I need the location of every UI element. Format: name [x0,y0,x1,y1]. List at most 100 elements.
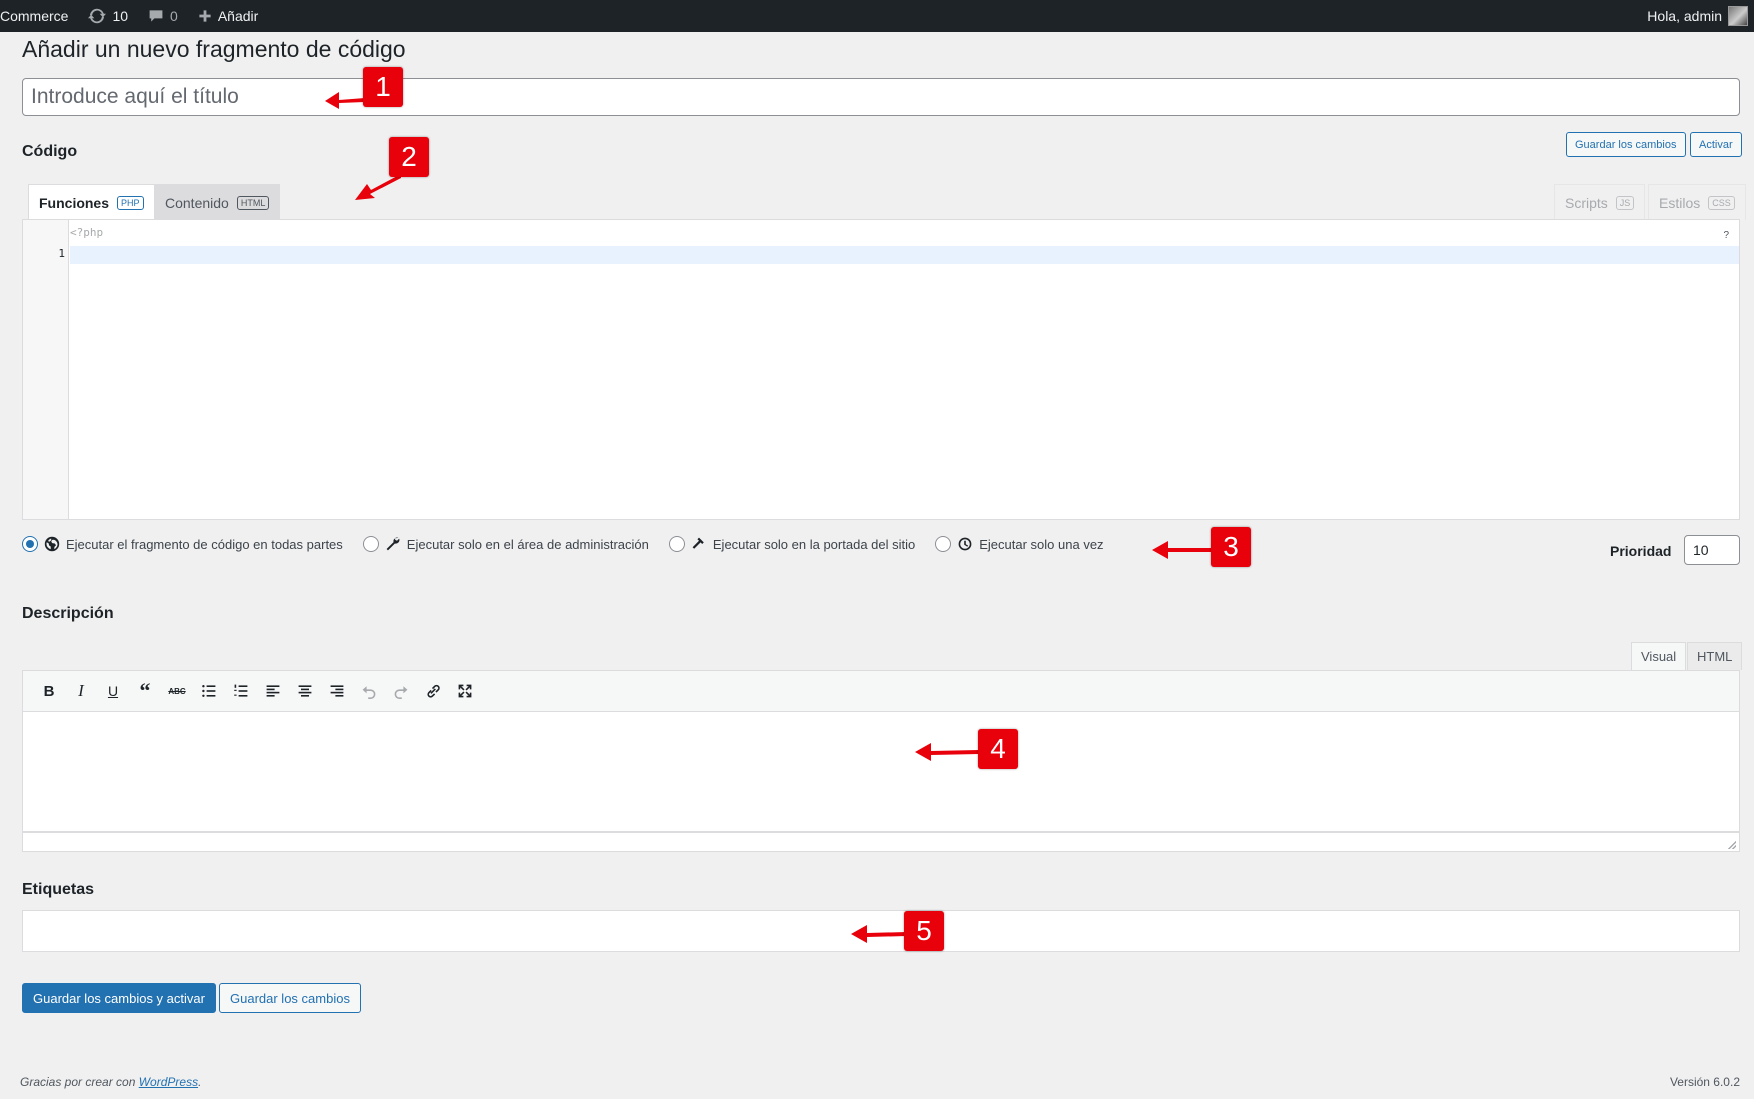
redo-icon [394,686,408,699]
footer-version: Versión 6.0.2 [1669,1075,1740,1089]
save-and-activate-button[interactable]: Guardar los cambios y activar [22,983,216,1013]
description-heading: Descripción [22,605,114,622]
footer-thanks-prefix: Gracias por crear con [20,1075,139,1089]
callout-arrow-3 [1152,541,1216,559]
callout-arrow-5 [851,925,907,943]
scope-admin[interactable]: Ejecutar solo en el área de administraci… [362,536,649,552]
admin-bar: Commerce 10 0 Añadir Hola, admin [0,0,1754,32]
html-badge: HTML [236,195,270,210]
site-name-link[interactable]: Commerce [0,0,78,32]
tab-scripts-js[interactable]: Scripts JS [1554,184,1646,220]
scope-single-use[interactable]: Ejecutar solo una vez [935,536,1104,552]
comment-icon [149,10,163,22]
align-left-button[interactable] [257,676,289,706]
avatar [1728,6,1748,26]
scope-admin-label: Ejecutar solo en el área de administraci… [406,536,649,552]
bullet-list-icon [202,685,216,697]
editor-statusbar [22,832,1740,852]
tab-label: Scripts [1565,194,1608,211]
underline-button[interactable]: U [97,676,129,706]
code-editor[interactable]: <?php 1 ? [22,219,1740,520]
footer-thanks-suffix: . [198,1075,202,1089]
priority-label: Prioridad [1610,543,1672,559]
align-center-button[interactable] [289,676,321,706]
bullet-list-button[interactable] [193,676,225,706]
user-account-menu[interactable]: Hola, admin [1647,0,1748,32]
tab-visual[interactable]: Visual [1631,642,1687,670]
quote-icon: “ [139,678,151,703]
scope-frontend[interactable]: Ejecutar solo en la portada del sitio [668,536,916,552]
tab-styles-css[interactable]: Estilos CSS [1648,184,1746,220]
scope-global-label: Ejecutar el fragmento de código en todas… [66,536,343,552]
numbered-list-button[interactable] [225,676,257,706]
blockquote-button[interactable]: “ [129,676,161,706]
tab-functions-php[interactable]: Funciones PHP [28,184,155,220]
editor-gutter [23,220,69,519]
code-heading: Código [22,143,78,160]
callout-1: 1 [363,67,403,107]
link-icon [427,684,440,698]
align-left-icon [266,685,280,697]
description-editor[interactable] [22,712,1740,832]
add-new-link[interactable]: Añadir [188,0,268,32]
bold-button[interactable]: B [33,676,65,706]
callout-4: 4 [978,729,1018,769]
tab-label: Funciones [39,194,110,211]
user-greeting: Hola, admin [1647,8,1722,24]
plus-icon [199,10,211,22]
scope-global[interactable]: Ejecutar el fragmento de código en todas… [22,536,343,552]
footer-thanks: Gracias por crear con WordPress. [20,1075,201,1089]
scope-frontend-radio[interactable] [668,536,685,552]
align-right-icon [330,685,344,697]
activate-top-button[interactable]: Activar [1690,132,1742,157]
php-open-tag: <?php [70,226,104,239]
scope-single-use-radio[interactable] [935,536,952,552]
strikethrough-button[interactable]: ABC [161,676,193,706]
italic-button[interactable]: I [65,676,97,706]
italic-icon: I [78,681,84,700]
align-right-button[interactable] [321,676,353,706]
snippet-title-input[interactable] [22,78,1740,116]
callout-3: 3 [1211,527,1251,567]
scope-single-use-label: Ejecutar solo una vez [979,536,1104,552]
fullscreen-button[interactable] [449,676,481,706]
priority-input[interactable] [1684,535,1740,565]
insert-link-button[interactable] [417,676,449,706]
scope-frontend-label: Ejecutar solo en la portada del sitio [712,536,916,552]
tab-content-html[interactable]: Contenido HTML [154,184,281,220]
page-title: Añadir un nuevo fragmento de código [22,36,406,62]
redo-button[interactable] [385,676,417,706]
css-badge: CSS [1708,195,1735,210]
editor-toolbar: B I U “ ABC [22,670,1740,712]
editor-help-link[interactable]: ? [1723,230,1729,241]
wordpress-link[interactable]: WordPress [139,1075,198,1089]
scope-admin-radio[interactable] [362,536,379,552]
globe-icon [44,536,60,552]
undo-icon [362,686,376,699]
wrench-icon [386,537,400,551]
scope-options: Ejecutar el fragmento de código en todas… [22,536,1124,552]
callout-2: 2 [389,137,429,177]
comments-link[interactable]: 0 [138,0,188,32]
callout-arrow-1 [325,92,365,109]
php-badge: PHP [117,195,144,210]
comments-count: 0 [170,8,178,24]
scope-global-radio[interactable] [22,536,38,552]
tab-label: Contenido [165,194,229,211]
strikethrough-icon: ABC [168,686,186,696]
numbered-list-icon [234,684,248,697]
updates-count: 10 [112,8,129,24]
save-changes-button[interactable]: Guardar los cambios [219,983,361,1013]
clock-icon [958,537,972,551]
save-changes-top-button[interactable]: Guardar los cambios [1566,132,1686,157]
updates-link[interactable]: 10 [78,0,138,32]
tab-html[interactable]: HTML [1687,642,1743,670]
callout-5: 5 [904,911,944,951]
tab-label: Estilos [1659,194,1701,211]
site-name: Commerce [0,8,69,24]
add-new-label: Añadir [217,8,259,24]
underline-icon: U [107,683,119,699]
undo-button[interactable] [353,676,385,706]
hammer-icon [692,537,704,549]
resize-handle-icon[interactable] [1728,841,1736,849]
